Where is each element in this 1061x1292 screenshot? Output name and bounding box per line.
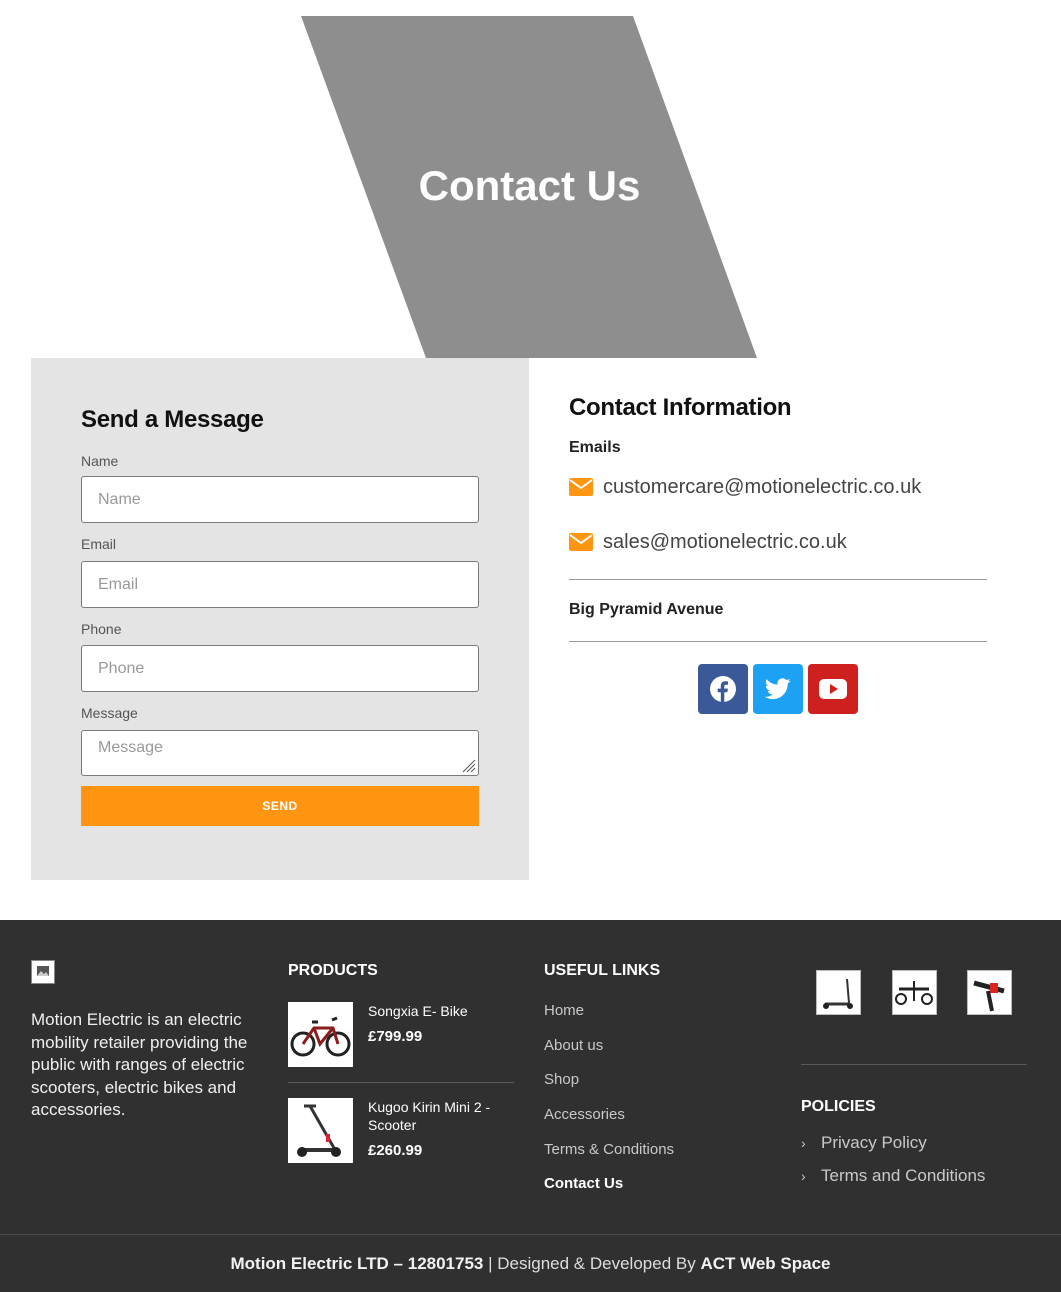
name-input[interactable]: Name	[81, 476, 479, 523]
footer-link-about[interactable]: About us	[544, 1037, 674, 1072]
contact-info: Contact Information Emails customercare@…	[569, 394, 987, 714]
footer-products: PRODUCTS Songxia E- Bike £799.99 Kugoo K…	[288, 962, 514, 1163]
policy-item[interactable]: › Privacy Policy	[801, 1126, 1027, 1159]
email-item[interactable]: sales@motionelectric.co.uk	[569, 527, 987, 557]
scooter-thumbnail[interactable]	[891, 970, 937, 1015]
product-price: £799.99	[368, 1028, 423, 1045]
name-label: Name	[81, 453, 119, 469]
useful-links-heading: USEFUL LINKS	[544, 962, 661, 979]
product-name[interactable]: Songxia E- Bike	[368, 1002, 468, 1020]
contact-form-panel: Send a Message Name Name Email Email Pho…	[31, 358, 529, 880]
logo-image-icon[interactable]	[31, 960, 55, 984]
emails-label: Emails	[569, 439, 621, 456]
policy-link[interactable]: Privacy Policy	[821, 1133, 927, 1153]
divider	[801, 1064, 1027, 1065]
email-link[interactable]: customercare@motionelectric.co.uk	[603, 476, 921, 499]
youtube-icon	[819, 679, 847, 699]
policy-link[interactable]: Terms and Conditions	[821, 1166, 985, 1186]
message-label: Message	[81, 705, 138, 721]
email-placeholder: Email	[98, 575, 139, 593]
accessory-thumbnail[interactable]	[967, 970, 1012, 1015]
phone-placeholder: Phone	[98, 659, 145, 677]
footer-link-terms[interactable]: Terms & Conditions	[544, 1141, 674, 1176]
footer-thumbs	[801, 970, 1027, 1015]
facebook-icon	[710, 676, 736, 702]
scooter-icon	[894, 981, 933, 1005]
email-link[interactable]: sales@motionelectric.co.uk	[603, 531, 847, 554]
address-text: Big Pyramid Avenue	[569, 601, 724, 618]
handlebar-icon	[973, 980, 1005, 1012]
policy-item[interactable]: › Terms and Conditions	[801, 1159, 1027, 1192]
twitter-icon	[765, 678, 791, 700]
contact-form: Send a Message Name Name Email Email Pho…	[81, 406, 479, 826]
email-label: Email	[81, 536, 117, 552]
copyright-separator: | Designed & Developed By	[483, 1253, 701, 1273]
resize-grip-icon[interactable]	[460, 757, 476, 773]
developer-link[interactable]: ACT Web Space	[700, 1254, 830, 1274]
product-thumbnail[interactable]	[288, 1002, 353, 1067]
products-heading: PRODUCTS	[288, 962, 378, 979]
policies-heading: POLICIES	[801, 1098, 876, 1115]
hero-title-wrap: Contact Us	[0, 162, 1061, 210]
phone-label: Phone	[81, 621, 122, 637]
email-input[interactable]: Email	[81, 561, 479, 608]
product-item[interactable]: Songxia E- Bike £799.99	[288, 1002, 514, 1067]
footer-link-accessories[interactable]: Accessories	[544, 1106, 674, 1141]
bike-icon	[290, 1016, 351, 1057]
divider	[288, 1082, 514, 1083]
company-name: Motion Electric LTD – 12801753	[230, 1253, 484, 1273]
message-placeholder: Message	[98, 739, 163, 756]
send-button[interactable]: SEND	[81, 786, 479, 826]
contact-info-heading: Contact Information	[569, 394, 792, 421]
divider	[569, 641, 987, 642]
footer-about: Motion Electric is an electric mobility …	[31, 960, 261, 1122]
email-item[interactable]: customercare@motionelectric.co.uk	[569, 472, 987, 502]
scooter-thumbnail[interactable]	[816, 970, 861, 1015]
form-heading: Send a Message	[81, 406, 264, 433]
social-links	[569, 664, 987, 714]
envelope-icon	[569, 478, 593, 496]
site-footer: Motion Electric is an electric mobility …	[0, 920, 1061, 1292]
footer-useful-links: USEFUL LINKS Home About us Shop Accessor…	[544, 962, 674, 1210]
scooter-icon	[297, 1104, 341, 1157]
product-meta: Songxia E- Bike £799.99	[368, 1002, 468, 1067]
footer-policies: POLICIES › Privacy Policy › Terms and Co…	[801, 970, 1027, 1192]
facebook-button[interactable]	[698, 664, 748, 714]
twitter-button[interactable]	[753, 664, 803, 714]
chevron-right-icon: ›	[801, 1134, 806, 1151]
envelope-icon	[569, 533, 593, 551]
youtube-button[interactable]	[808, 664, 858, 714]
scooter-icon	[823, 978, 853, 1009]
hero-banner: Contact Us	[0, 0, 1061, 358]
footer-link-home[interactable]: Home	[544, 1002, 674, 1037]
product-item[interactable]: Kugoo Kirin Mini 2 - Scooter £260.99	[288, 1098, 514, 1163]
footer-about-text: Motion Electric is an electric mobility …	[31, 1010, 248, 1119]
phone-input[interactable]: Phone	[81, 645, 479, 692]
footer-link-shop[interactable]: Shop	[544, 1071, 674, 1106]
footer-copyright: Motion Electric LTD – 12801753 | Designe…	[0, 1234, 1061, 1292]
product-meta: Kugoo Kirin Mini 2 - Scooter £260.99	[368, 1098, 503, 1163]
page-title: Contact Us	[418, 162, 641, 209]
product-name[interactable]: Kugoo Kirin Mini 2 - Scooter	[368, 1098, 503, 1134]
product-thumbnail[interactable]	[288, 1098, 353, 1163]
chevron-right-icon: ›	[801, 1167, 806, 1184]
footer-link-contact[interactable]: Contact Us	[544, 1175, 674, 1210]
divider	[569, 579, 987, 580]
product-price: £260.99	[368, 1142, 423, 1159]
message-textarea[interactable]: Message	[81, 730, 479, 776]
name-placeholder: Name	[98, 490, 141, 508]
